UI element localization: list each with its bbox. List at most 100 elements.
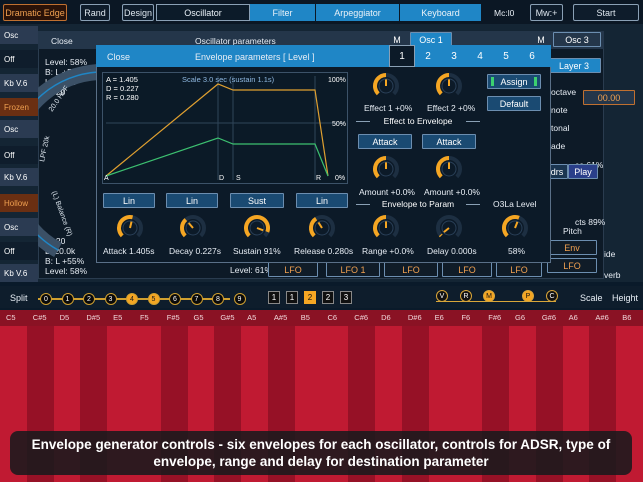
default-button[interactable]: Default [487, 96, 541, 111]
effect-2-label: Effect 2 +0% [427, 103, 476, 113]
range-square-button[interactable]: 1 [268, 291, 280, 304]
controller-marker-c[interactable]: C [546, 290, 558, 302]
right-label-tonal: tonal [551, 123, 570, 133]
envelope-tab-6[interactable]: 6 [519, 45, 545, 67]
lfo-tab-4[interactable]: LFO [496, 262, 542, 277]
rand-button[interactable]: Rand [80, 4, 110, 21]
sustain-knob[interactable] [242, 213, 272, 243]
key-name: C5 [6, 313, 16, 322]
split-number-button[interactable]: 1 [61, 293, 74, 305]
mw-button[interactable]: Mw:+ [530, 4, 563, 21]
height-button[interactable]: Height [612, 293, 638, 303]
tab-oscillator[interactable]: Oscillator [156, 4, 250, 21]
key-name: E6 [434, 313, 444, 322]
release-type-button[interactable]: Lin [296, 193, 348, 208]
effect-2-attack-button[interactable]: Attack [422, 134, 476, 149]
envelope-graph-plot: A = 1.405 D = 0.227 R = 0.280 Scale 3.0 … [104, 75, 346, 182]
left-kb-2[interactable]: Kb V.6 [0, 168, 38, 186]
knob-arc [180, 218, 188, 238]
amount-2-knob[interactable] [434, 154, 464, 184]
envelope-tab-3[interactable]: 3 [441, 45, 467, 67]
split-button[interactable]: Split [10, 293, 28, 303]
controller-marker-p[interactable]: P [522, 290, 534, 302]
left-off-2[interactable]: Off [0, 146, 38, 164]
left-off-3[interactable]: Off [0, 242, 38, 260]
attack-label: Attack 1.405s [103, 246, 155, 256]
graph-r-value: R = 0.280 [106, 93, 139, 102]
right-value-box[interactable]: 00.00 [583, 90, 635, 105]
left-frozen[interactable]: Frozen [0, 98, 38, 116]
osc-3-tab[interactable]: Osc 3 [553, 32, 601, 47]
lfo-tab-0[interactable]: LFO [268, 262, 318, 277]
release-knob[interactable] [307, 213, 337, 243]
scale-button[interactable]: Scale [580, 293, 603, 303]
range-square-button[interactable]: 2 [322, 291, 334, 304]
delay-label: Delay 0.000s [427, 246, 477, 256]
envelope-tab-4[interactable]: 4 [467, 45, 493, 67]
decay-type-button[interactable]: Lin [166, 193, 218, 208]
split-number-button[interactable]: 2 [83, 293, 95, 305]
env-button[interactable]: Env [547, 240, 597, 255]
effect-1-attack-button[interactable]: Attack [358, 134, 412, 149]
left-osc-2[interactable]: Osc [0, 120, 38, 138]
tab-filter[interactable]: Filter [250, 4, 316, 21]
split-number-button[interactable]: 9 [233, 293, 246, 305]
right-label-ade: ade [551, 141, 566, 151]
controller-marker-v[interactable]: V [436, 290, 448, 302]
envelope-tab-5[interactable]: 5 [493, 45, 519, 67]
level-knob[interactable] [500, 213, 530, 243]
graph-marker-a: A [104, 175, 109, 182]
range-square-button[interactable]: 1 [286, 291, 298, 304]
key-name: F6 [461, 313, 471, 322]
controller-marker-m[interactable]: M [483, 290, 495, 302]
param-title-rule-right [466, 204, 480, 205]
envelope-tab-1[interactable]: 1 [389, 45, 415, 67]
range-square-button[interactable]: 2 [304, 291, 316, 304]
left-osc-3[interactable]: Osc [0, 218, 38, 236]
lfo-tab-1[interactable]: LFO 1 [326, 262, 380, 277]
attack-type-button[interactable]: Lin [103, 193, 155, 208]
amount-1-knob[interactable] [371, 154, 401, 184]
envelope-tab-2[interactable]: 2 [415, 45, 441, 67]
preset-name-button[interactable]: Dramatic Edge [3, 4, 67, 21]
split-number-button[interactable]: 6 [169, 293, 181, 305]
split-number-button[interactable]: 3 [104, 293, 117, 305]
assign-left-indicator [491, 77, 495, 86]
key-name: C#5 [32, 313, 47, 322]
left-kb-3[interactable]: Kb V.6 [0, 264, 38, 282]
tab-keyboard[interactable]: Keyboard [400, 4, 482, 21]
layer-button[interactable]: Layer 3 [547, 58, 601, 73]
left-off-1[interactable]: Off [0, 50, 38, 68]
envelope-close-button[interactable]: Close [107, 52, 130, 62]
lfo-button[interactable]: LFO [547, 258, 597, 273]
graph-a-value: A = 1.405 [106, 75, 138, 84]
split-number-button[interactable]: 7 [190, 293, 203, 305]
start-button[interactable]: Start [573, 4, 639, 21]
left-kb-1[interactable]: Kb V.6 [0, 74, 38, 92]
key-name: G#5 [220, 313, 235, 322]
key-name: B5 [300, 313, 310, 322]
controller-marker-r[interactable]: R [460, 290, 472, 302]
decay-knob[interactable] [178, 213, 208, 243]
split-number-button[interactable]: 4 [126, 293, 138, 305]
play-button[interactable]: Play [568, 164, 598, 179]
tab-arpeggiator[interactable]: Arpeggiator [316, 4, 400, 21]
effect-1-knob[interactable] [371, 71, 401, 101]
left-osc-1[interactable]: Osc [0, 26, 38, 44]
range-square-button[interactable]: 3 [340, 291, 352, 304]
lfo-tab-3[interactable]: LFO [442, 262, 492, 277]
sustain-type-button[interactable]: Sust [230, 193, 284, 208]
range-knob[interactable] [371, 213, 401, 243]
osc-close-button[interactable]: Close [51, 36, 73, 46]
split-number-button[interactable]: 0 [40, 293, 52, 305]
left-hollow[interactable]: Hollow [0, 194, 38, 212]
lfo-tab-2[interactable]: LFO [384, 262, 438, 277]
split-number-button[interactable]: 5 [147, 293, 160, 305]
assign-button[interactable]: Assign [487, 74, 541, 89]
split-number-button[interactable]: 8 [212, 293, 224, 305]
effect-2-knob[interactable] [434, 71, 464, 101]
key-name: G#6 [541, 313, 557, 322]
design-button[interactable]: Design [122, 4, 154, 21]
delay-knob[interactable] [434, 213, 464, 243]
attack-knob[interactable] [115, 213, 145, 243]
